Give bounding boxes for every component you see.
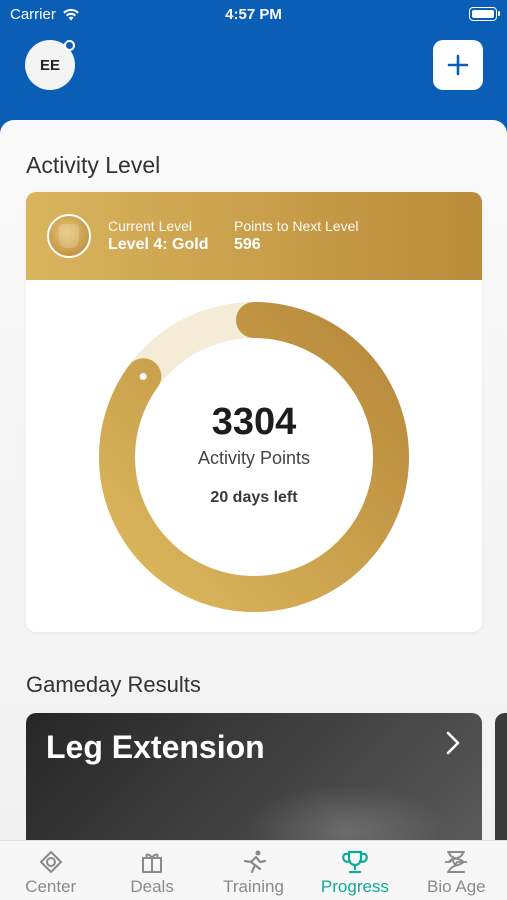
main-content[interactable]: Activity Level Current Level Level 4: Go… [0, 120, 507, 840]
eye-target-icon [39, 851, 62, 873]
tab-bar: Center Deals Training Progress Bio Age [0, 840, 507, 900]
current-level-label: Current Level [108, 218, 193, 234]
status-bar: Carrier 4:57 PM [0, 0, 507, 28]
add-button[interactable] [433, 40, 483, 90]
level-badge-icon [47, 214, 91, 258]
activity-points-label: Activity Points [197, 448, 311, 468]
app-header: Carrier 4:57 PM EE [0, 0, 507, 130]
chevron-right-icon [446, 731, 460, 755]
tab-center[interactable]: Center [0, 841, 101, 900]
current-level-value: Level 4: Gold [108, 236, 209, 253]
activity-level-card[interactable]: Current Level Level 4: Gold Points to Ne… [26, 192, 482, 632]
gameday-section-title: Gameday Results [26, 672, 201, 697]
activity-progress-ring: 3304 Activity Points 20 days left [92, 295, 416, 619]
gift-icon [142, 853, 163, 873]
notification-dot [64, 40, 75, 51]
bio-age-icon [445, 851, 468, 873]
activity-section-title: Activity Level [26, 152, 161, 178]
status-time: 4:57 PM [225, 6, 282, 23]
gameday-card[interactable]: Leg Extension [26, 713, 482, 840]
avatar[interactable]: EE [25, 40, 75, 90]
gameday-card-title: Leg Extension [46, 729, 265, 765]
tab-label: Center [25, 877, 77, 896]
tab-label: Bio Age [427, 877, 486, 896]
tab-training[interactable]: Training [203, 841, 304, 900]
battery-icon [469, 7, 500, 21]
next-level-label: Points to Next Level [234, 218, 359, 234]
tab-label: Deals [130, 877, 174, 896]
tab-progress[interactable]: Progress [304, 841, 405, 900]
runner-icon [243, 850, 266, 874]
tab-label: Training [223, 877, 284, 896]
tab-label: Progress [320, 877, 389, 896]
level-summary: Current Level Level 4: Gold Points to Ne… [26, 192, 482, 280]
avatar-initials: EE [39, 56, 60, 74]
activity-points-value: 3304 [211, 401, 297, 443]
tab-deals[interactable]: Deals [101, 841, 202, 900]
trophy-icon [342, 850, 368, 874]
tab-bio-age[interactable]: Bio Age [406, 841, 507, 900]
plus-icon [447, 54, 469, 76]
next-gameday-card[interactable] [495, 713, 507, 840]
next-level-value: 596 [234, 236, 261, 253]
days-left-label: 20 days left [210, 489, 298, 506]
exercise-image [246, 783, 446, 840]
